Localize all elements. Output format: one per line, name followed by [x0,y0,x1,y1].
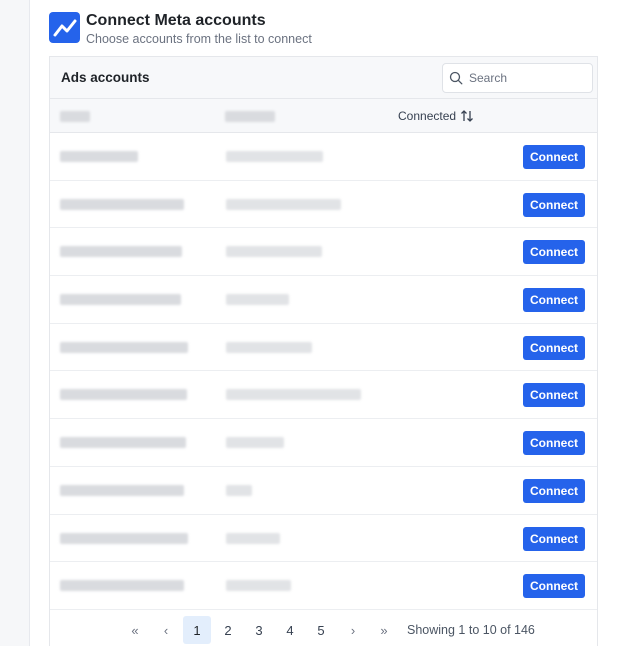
account-id-redacted [60,437,186,449]
account-id-redacted [60,484,184,496]
panel-header: Ads accounts [50,57,597,99]
account-id-redacted [60,532,188,544]
pagination-summary: Showing 1 to 10 of 146 [407,623,535,637]
table-row: Connect [50,515,597,563]
page-header: Connect Meta accounts Choose accounts fr… [49,12,312,46]
table-row: Connect [50,276,597,324]
table-row: Connect [50,133,597,181]
connect-button[interactable]: Connect [523,383,585,408]
column-header-redacted [60,111,90,122]
account-name-redacted [226,580,291,592]
table-row: Connect [50,419,597,467]
connected-column-header[interactable]: Connected [398,109,474,123]
table-row: Connect [50,371,597,420]
account-name-redacted [226,484,252,496]
last-page-button[interactable]: » [370,616,398,644]
search-box[interactable] [442,63,593,93]
table-header: Connected [50,99,597,133]
account-name-redacted [226,389,361,401]
page-2-button[interactable]: 2 [214,616,242,644]
table-row: Connect [50,467,597,515]
table-row: Connect [50,181,597,229]
connect-button[interactable]: Connect [523,526,585,551]
page-title: Connect Meta accounts [86,12,266,29]
account-id-redacted [60,151,138,162]
account-id-redacted [60,246,182,258]
first-page-button[interactable]: « [121,616,149,644]
sort-icon[interactable] [460,109,474,123]
account-id-redacted [60,389,187,401]
column-header-redacted [225,111,275,122]
page-4-button[interactable]: 4 [276,616,304,644]
connect-button[interactable]: Connect [523,478,585,503]
search-icon [449,71,463,85]
account-name-redacted [226,341,312,353]
connect-button[interactable]: Connect [523,431,585,456]
search-input[interactable] [469,71,589,85]
prev-page-button[interactable]: ‹ [152,616,180,644]
ads-accounts-panel: Ads accounts Connected [49,56,598,646]
connected-header-label: Connected [398,109,457,123]
table-row: Connect [50,562,597,610]
connect-button[interactable]: Connect [523,145,585,169]
table-row: Connect [50,228,597,277]
page-3-button[interactable]: 3 [245,616,273,644]
connect-button[interactable]: Connect [523,240,585,265]
account-name-redacted [226,294,289,306]
connect-button[interactable]: Connect [523,192,585,217]
chart-line-icon [49,12,80,43]
page-subtitle: Choose accounts from the list to connect [86,32,312,46]
account-name-redacted [226,198,341,210]
account-name-redacted [226,437,284,449]
account-id-redacted [60,198,184,210]
account-name-redacted [226,151,323,162]
account-id-redacted [60,580,184,592]
connect-button[interactable]: Connect [523,288,585,313]
next-page-button[interactable]: › [339,616,367,644]
account-name-redacted [226,532,280,544]
pagination: « ‹ 1 2 3 4 5 › » Showing 1 to 10 of 146 [49,614,598,646]
account-id-redacted [60,294,181,306]
left-rail [0,0,30,646]
connect-button[interactable]: Connect [523,574,585,599]
page-5-button[interactable]: 5 [307,616,335,644]
page-1-button[interactable]: 1 [183,616,211,644]
account-id-redacted [60,341,188,353]
account-name-redacted [226,246,322,258]
table-row: Connect [50,324,597,372]
connect-button[interactable]: Connect [523,335,585,360]
panel-title: Ads accounts [61,70,150,85]
